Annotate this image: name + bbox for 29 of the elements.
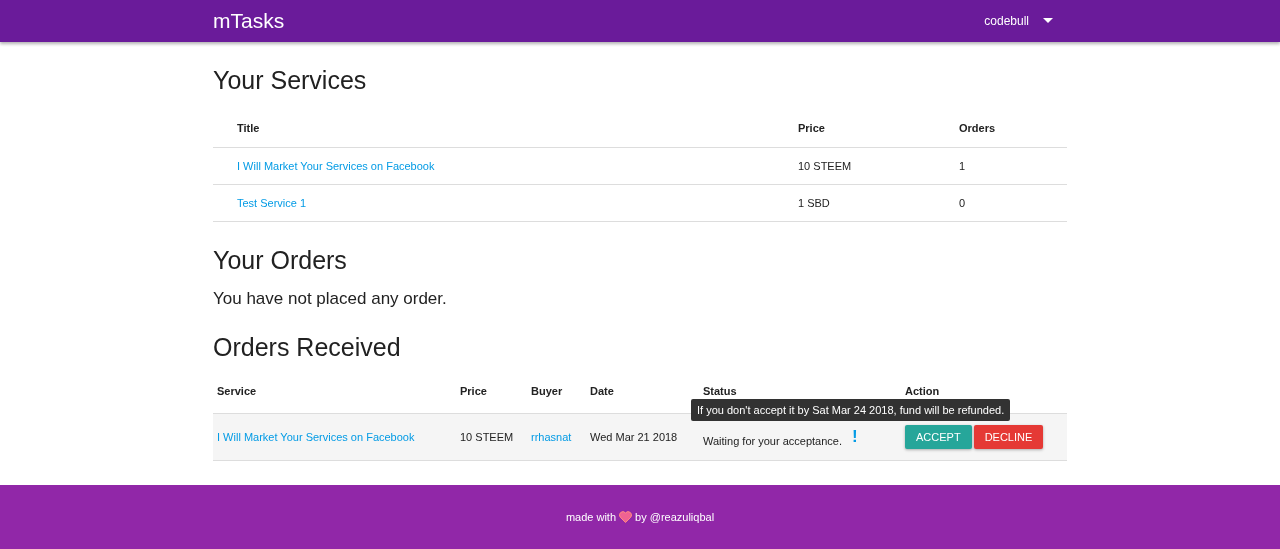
footer-credit: made with by @reazuliqbal — [565, 511, 715, 523]
decline-button[interactable]: DECLINE — [973, 425, 1044, 449]
accept-button[interactable]: ACCEPT — [905, 425, 972, 449]
table-cell: 1 — [935, 147, 1067, 185]
column-header: Service — [213, 376, 456, 414]
table-cell: 10 STEEM — [774, 147, 935, 185]
column-header: Price — [774, 109, 935, 148]
section-heading: Orders Received — [213, 333, 402, 362]
status-text: Waiting for your acceptance. — [703, 435, 842, 447]
service-link[interactable]: Test Service 1 — [237, 197, 307, 209]
table-cell: 1 SBD — [774, 184, 935, 222]
table-cell: 10 STEEM — [456, 413, 527, 461]
section-heading: Your Orders — [213, 246, 348, 275]
heart-icon — [619, 511, 633, 523]
alert-mark[interactable]: ! — [852, 427, 858, 446]
column-header: Title — [213, 109, 774, 148]
column-header: Price — [456, 376, 527, 414]
column-header: Orders — [935, 109, 1067, 148]
service-link[interactable]: I Will Market Your Services on Facebook — [237, 160, 435, 172]
column-header: Buyer — [527, 376, 586, 414]
user-menu[interactable]: codebull — [984, 14, 1053, 28]
brand-logo[interactable]: mTasks — [213, 9, 285, 33]
buyer-link[interactable]: rrhasnat — [531, 431, 572, 443]
tooltip: If you don't accept it by Sat Mar 24 2018, fund will be refunded. — [691, 399, 1011, 421]
service-link[interactable]: I Will Market Your Services on Facebook — [217, 431, 415, 443]
section-heading: Your Services — [213, 66, 368, 95]
empty-message: You have not placed any order. — [213, 289, 448, 309]
caret-icon — [1043, 18, 1053, 24]
table-cell: 0 — [935, 184, 1067, 222]
